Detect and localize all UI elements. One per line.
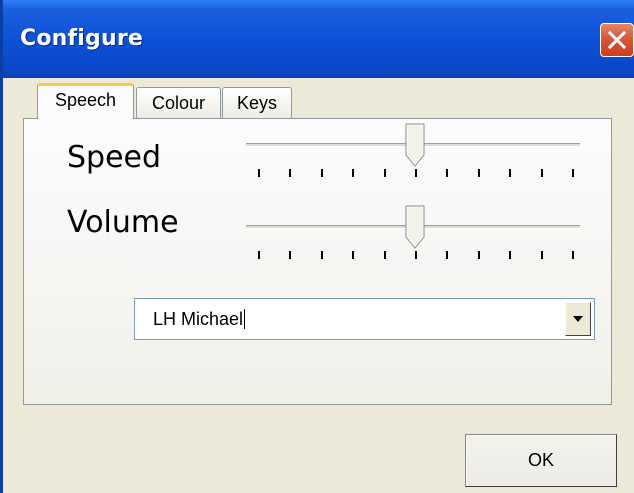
slider-tick [383,251,386,259]
text-caret [244,309,246,329]
slider-tick [509,251,512,259]
voice-select[interactable]: LH Michael [134,298,595,340]
chevron-down-icon [573,316,583,322]
slider-tick [415,169,417,177]
ok-button[interactable]: OK [465,434,617,487]
slider-tick [509,169,512,177]
tab-colour[interactable]: Colour [136,87,221,119]
tab-speech[interactable]: Speech [37,83,134,119]
speed-slider-ticks [246,169,586,179]
slider-tick [289,169,292,177]
configure-dialog: Configure Speech Colour Keys Speed Volum… [0,0,634,493]
slider-tick [383,169,386,177]
speed-slider-thumb[interactable] [405,123,425,167]
voice-dropdown-button[interactable] [565,302,591,336]
volume-label: Volume [67,205,179,240]
tab-keys[interactable]: Keys [222,87,292,119]
slider-tick [540,251,543,259]
slider-tick [320,251,323,259]
window-title: Configure [20,26,144,51]
voice-select-value: LH Michael [153,309,246,330]
close-button[interactable] [600,23,634,57]
speed-slider[interactable] [246,123,586,177]
voice-select-text: LH Michael [153,309,244,329]
slider-tick [540,169,543,177]
slider-tick [352,251,355,259]
slider-tick [289,251,292,259]
slider-tick [352,169,355,177]
volume-slider[interactable] [246,205,586,259]
slider-tick [320,169,323,177]
volume-slider-ticks [246,251,586,261]
close-icon [608,31,626,49]
slider-tick [572,251,574,259]
slider-tick [477,169,480,177]
speed-label: Speed [67,140,162,175]
slider-tick [415,251,417,259]
slider-tick [477,251,480,259]
title-bar[interactable]: Configure [3,0,634,78]
slider-tick [258,169,260,177]
volume-slider-thumb[interactable] [405,205,425,249]
slider-tick [446,251,449,259]
slider-tick [258,251,260,259]
slider-tick [572,169,574,177]
slider-tick [446,169,449,177]
